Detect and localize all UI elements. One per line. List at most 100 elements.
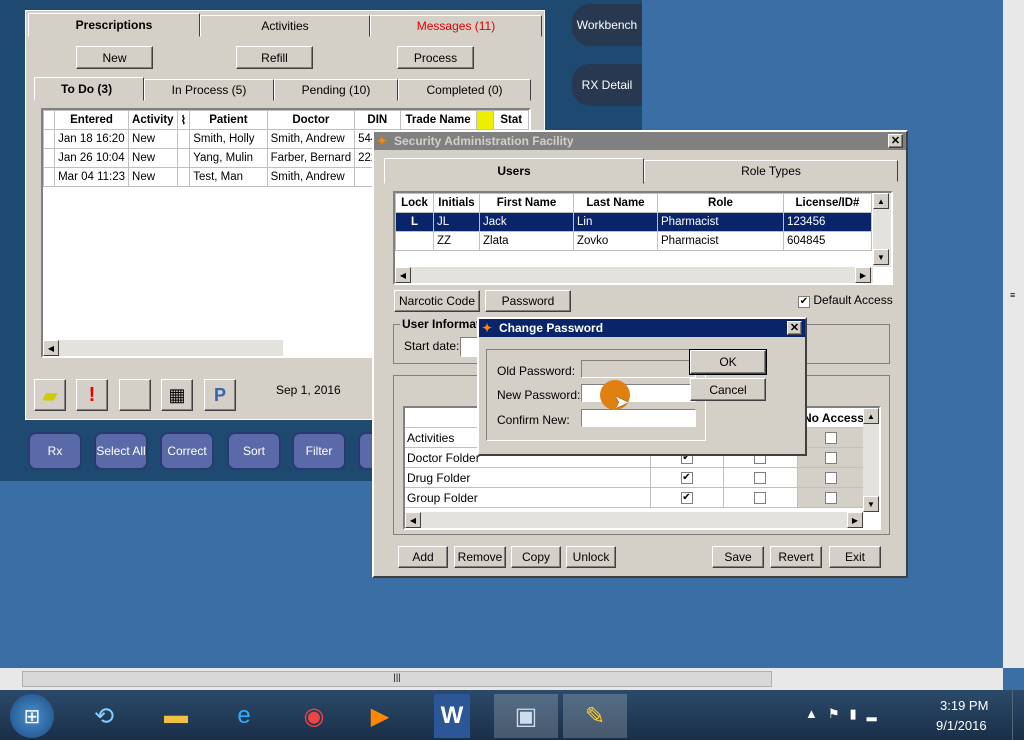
tray-icons[interactable]: ▲⚑▮▂ [805,706,887,722]
security-titlebar[interactable]: ✦ Security Administration Facility ✕ [374,132,906,150]
save-button[interactable]: Save [712,546,764,568]
checkbox-checked[interactable]: ✔ [680,471,693,484]
blank-button[interactable] [119,379,151,411]
access-horizontal-scrollbar[interactable]: ◀ ▶ [405,512,863,528]
col-activity[interactable]: Activity [128,110,178,130]
p-logo-icon[interactable]: P [204,379,236,411]
checkbox-checked[interactable]: ✔ [798,296,810,308]
col-role[interactable]: Role [657,193,784,213]
col-no-access[interactable]: No Access [803,411,864,425]
folder-row[interactable]: Group Folder ✔ [405,488,863,508]
new-password-input[interactable] [581,384,696,402]
col-license[interactable]: License/ID# [783,193,872,213]
close-icon[interactable]: ✕ [787,321,802,335]
checkbox-unchecked[interactable] [753,471,766,484]
app-logo-icon: ✦ [377,134,388,148]
subtab-pending[interactable]: Pending (10) [274,79,398,101]
access-vertical-scrollbar[interactable]: ▲ ▼ [863,408,879,512]
start-button[interactable]: ⊞ [10,694,54,738]
chrome-icon[interactable]: ◉ [286,694,342,738]
horizontal-scrollbar[interactable]: ◀ [43,340,283,356]
add-button[interactable]: Add [398,546,448,568]
password-button[interactable]: Password [485,290,571,312]
col-first-name[interactable]: First Name [479,193,574,213]
col-last-name[interactable]: Last Name [573,193,658,213]
remove-button[interactable]: Remove [454,546,506,568]
unlock-button[interactable]: Unlock [566,546,616,568]
folder-name: Group Folder [407,491,478,505]
narcotic-code-button[interactable]: Narcotic Code [394,290,480,312]
close-icon[interactable]: ✕ [888,134,903,148]
note-icon [475,110,495,130]
tab-prescriptions[interactable]: Prescriptions [28,13,200,37]
sticky-note-icon[interactable]: ▰ [34,379,66,411]
refill-button[interactable]: Refill [236,46,313,69]
folder-row[interactable]: Drug Folder ✔ [405,468,863,488]
subtab-in-process[interactable]: In Process (5) [144,79,274,101]
alert-icon[interactable]: ! [76,379,108,411]
process-button[interactable]: Process [397,46,474,69]
calendar-icon[interactable]: ▦ [161,379,193,411]
tab-activities[interactable]: Activities [200,15,370,37]
checkbox-unchecked[interactable] [824,451,837,464]
old-password-label: Old Password: [497,364,576,378]
desktop-vertical-scrollbar[interactable]: ≡ [1003,0,1024,668]
copy-button[interactable]: Copy [511,546,561,568]
correct-button[interactable]: Correct [160,432,214,470]
users-horizontal-scrollbar[interactable]: ◀ ▶ [395,267,873,283]
tab-users[interactable]: Users [384,158,644,184]
col-trade-name[interactable]: Trade Name [399,110,477,130]
col-patient[interactable]: Patient [189,110,268,130]
desktop-horizontal-scrollbar[interactable]: ||| [0,668,1003,690]
col-lock[interactable]: Lock [395,193,434,213]
folder-name: Activities [407,431,455,445]
col-stat[interactable]: Stat [493,110,529,130]
checkbox-checked[interactable]: ✔ [680,491,693,504]
tab-role-types[interactable]: Role Types [644,160,898,182]
checkbox-unchecked[interactable] [824,431,837,444]
app-logo-icon: ✦ [482,321,493,335]
internet-explorer-icon[interactable]: e [216,694,272,738]
user-info-label: User Informat [400,317,483,331]
cancel-button[interactable]: Cancel [690,378,766,401]
col-doctor[interactable]: Doctor [266,110,356,130]
clock-date[interactable]: 9/1/2016 [936,718,987,733]
rx-button[interactable]: Rx [28,432,82,470]
confirm-password-input[interactable] [581,409,696,427]
rx-detail-button[interactable]: RX Detail [572,64,642,106]
word-icon[interactable]: W [434,694,470,738]
paperclip-icon: ⌇ [176,110,191,130]
new-button[interactable]: New [76,46,153,69]
change-password-titlebar[interactable]: ✦ Change Password ✕ [479,319,805,337]
col-initials[interactable]: Initials [433,193,480,213]
pharmacy-app-icon[interactable]: ✎ [563,694,627,738]
revert-button[interactable]: Revert [770,546,822,568]
show-desktop-button[interactable] [1012,690,1024,740]
recovery-icon[interactable]: ⟲ [76,694,132,738]
default-access-checkbox[interactable]: ✔ Default Access [798,293,893,308]
exit-button[interactable]: Exit [829,546,881,568]
subtab-todo[interactable]: To Do (3) [34,77,144,101]
user-row[interactable]: ZZ Zlata Zovko Pharmacist 604845 [395,231,872,251]
col-entered[interactable]: Entered [54,110,130,130]
subtab-completed[interactable]: Completed (0) [398,79,531,101]
clock-time[interactable]: 3:19 PM [940,698,988,713]
tab-messages[interactable]: Messages (11) [370,15,542,37]
col-din[interactable]: DIN [354,110,401,130]
filter-button[interactable]: Filter [292,432,346,470]
current-date: Sep 1, 2016 [276,383,341,397]
ok-button[interactable]: OK [689,349,767,375]
media-player-icon[interactable]: ▶ [352,694,408,738]
checkbox-unchecked[interactable] [824,471,837,484]
sort-button[interactable]: Sort [227,432,281,470]
workbench-button[interactable]: Workbench [572,4,642,46]
users-vertical-scrollbar[interactable]: ▲ ▼ [873,193,891,267]
remote-desktop-icon[interactable]: ▣ [494,694,558,738]
mouse-cursor-icon: ➤ [614,392,630,412]
password-fields-group: Old Password: New Password: Confirm New: [486,349,706,441]
checkbox-unchecked[interactable] [753,491,766,504]
file-explorer-icon[interactable]: ▬ [148,694,204,738]
select-all-button[interactable]: Select All [94,432,148,470]
checkbox-unchecked[interactable] [824,491,837,504]
user-row[interactable]: L JL Jack Lin Pharmacist 123456 [395,212,872,232]
